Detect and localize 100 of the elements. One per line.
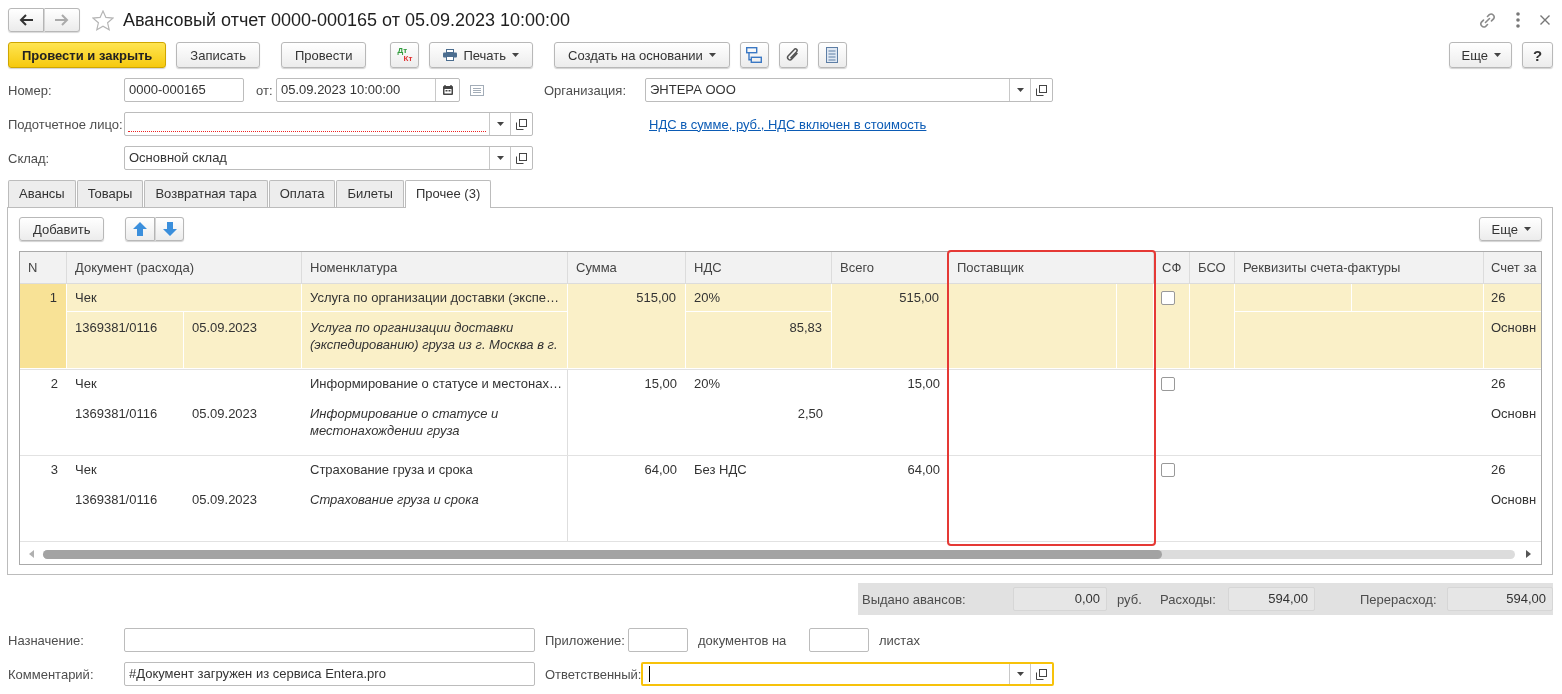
table-row[interactable]: 3 Чек 1369381/0116 05.09.2023 Страхование груза и срока Страхование груза и срока 64,00 Без НДС 64,00 26 Основн bbox=[20, 456, 1541, 542]
table-cell: 85,83 bbox=[686, 312, 832, 369]
more-button[interactable]: Еще bbox=[1448, 42, 1512, 68]
list-button[interactable] bbox=[817, 42, 847, 68]
scrollbar-thumb[interactable] bbox=[43, 549, 1162, 559]
table-cell-text: 26 bbox=[1490, 461, 1507, 479]
tab[interactable]: Прочее (3) bbox=[404, 180, 492, 208]
vat-link[interactable]: НДС в сумме, руб., НДС включен в стоимость bbox=[649, 116, 927, 132]
table-cell-text: 64,00 bbox=[906, 461, 941, 479]
move-up-button[interactable] bbox=[125, 217, 156, 241]
table-cell-text: 64,00 bbox=[643, 461, 678, 479]
scrollbar-track[interactable] bbox=[43, 549, 1515, 559]
column-header[interactable]: Всего bbox=[832, 252, 949, 283]
column-header[interactable]: Номенклатура bbox=[302, 252, 568, 283]
checkbox[interactable] bbox=[1161, 291, 1175, 305]
sheets-field[interactable] bbox=[809, 628, 869, 652]
table-cell-text: 15,00 bbox=[643, 375, 678, 393]
purpose-field[interactable] bbox=[124, 628, 535, 652]
close-icon[interactable] bbox=[1540, 15, 1550, 25]
table-cell-text: 1369381/0116 bbox=[74, 491, 159, 509]
create-based-on-button[interactable]: Создать на основании bbox=[554, 42, 730, 68]
organization-field[interactable]: ЭНТЕРА ООО bbox=[645, 78, 1053, 102]
column-header[interactable]: Реквизиты счета-фактуры bbox=[1235, 252, 1484, 283]
tab[interactable]: Билеты bbox=[336, 180, 404, 207]
warehouse-field[interactable]: Основной склад bbox=[124, 146, 533, 170]
column-header[interactable]: БСО bbox=[1190, 252, 1235, 283]
purpose-label: Назначение: bbox=[8, 632, 85, 648]
column-header[interactable]: N bbox=[20, 252, 67, 283]
save-button[interactable]: Записать bbox=[176, 42, 260, 68]
attachment-field[interactable] bbox=[628, 628, 688, 652]
date-field[interactable]: 05.09.2023 10:00:00 bbox=[276, 78, 460, 102]
table-cell-text: Без НДС bbox=[693, 461, 748, 479]
row-number: 3 bbox=[49, 461, 59, 479]
caret-icon bbox=[708, 53, 716, 57]
add-button[interactable]: Добавить bbox=[19, 217, 105, 241]
two-squares-icon bbox=[516, 152, 527, 164]
table-cell-text: 1369381/0116 bbox=[74, 405, 159, 423]
table-cell: Страхование груза и срока bbox=[302, 484, 568, 541]
number-field[interactable]: 0000-000165 bbox=[124, 78, 244, 102]
journal-button[interactable]: Дт Кт bbox=[390, 42, 420, 68]
table-cell-text: 05.09.2023 bbox=[191, 491, 259, 509]
paperclip-icon bbox=[786, 47, 801, 63]
column-header[interactable]: Поставщик bbox=[949, 252, 1154, 283]
table-cell: Чек bbox=[67, 284, 302, 312]
table-cell-text: Основн bbox=[1490, 491, 1538, 509]
caret-icon bbox=[1524, 227, 1531, 231]
caret-icon bbox=[1016, 88, 1024, 92]
accountable-person-field[interactable] bbox=[124, 112, 533, 136]
star-icon[interactable] bbox=[92, 9, 114, 31]
expenses-field: 594,00 bbox=[1228, 587, 1315, 611]
checkbox[interactable] bbox=[1161, 463, 1175, 477]
list-icon bbox=[826, 47, 839, 63]
comment-label: Комментарий: bbox=[8, 666, 95, 682]
post-and-close-button[interactable]: Провести и закрыть bbox=[8, 42, 167, 68]
help-button[interactable]: ? bbox=[1522, 42, 1553, 68]
two-squares-icon bbox=[1036, 84, 1047, 96]
tab[interactable]: Авансы bbox=[8, 180, 76, 207]
table-row[interactable]: 2 Чек 1369381/0116 05.09.2023 Информирование о статусе и местонах… Информирование о статусе и местонахождении груза 15,00 20% 2,50 15,00 26 Основн bbox=[20, 370, 1541, 456]
column-header[interactable]: НДС bbox=[686, 252, 832, 283]
two-squares-icon bbox=[516, 118, 527, 130]
responsible-field[interactable] bbox=[641, 662, 1054, 686]
column-header[interactable]: Сумма bbox=[568, 252, 686, 283]
down-arrow-icon bbox=[162, 222, 177, 236]
overspend-label: Перерасход: bbox=[1360, 591, 1438, 607]
table-row[interactable]: 1 Чек 1369381/0116 05.09.2023 Услуга по организации доставки (экспе… Услуга по организации доставки (экспедированию) груза из г. Москва в г. 515,00 20% 85,83 515,00 26 Основн bbox=[20, 284, 1541, 370]
table-cell: Услуга по организации доставки (экспедированию) груза из г. Москва в г. bbox=[302, 312, 568, 369]
tab[interactable]: Возвратная тара bbox=[144, 180, 268, 207]
move-down-button[interactable] bbox=[155, 217, 185, 241]
post-button[interactable]: Провести bbox=[280, 42, 367, 68]
structure-button[interactable] bbox=[739, 42, 769, 68]
hierarchy-icon bbox=[746, 47, 763, 63]
row-number: 1 bbox=[20, 284, 67, 369]
calendar-icon bbox=[442, 85, 453, 95]
right-triangle-icon[interactable] bbox=[1526, 550, 1531, 558]
table-cell: Страхование груза и срока bbox=[302, 456, 568, 484]
link-icon[interactable] bbox=[1479, 11, 1496, 29]
two-squares-icon bbox=[1036, 668, 1047, 680]
left-triangle-icon[interactable] bbox=[29, 550, 34, 558]
table-cell: 515,00 bbox=[832, 284, 949, 369]
table-cell: 1369381/0116 bbox=[67, 312, 184, 369]
checkbox[interactable] bbox=[1161, 377, 1175, 391]
comment-field[interactable]: #Документ загружен из сервиса Entera.pro bbox=[124, 662, 535, 686]
attach-button[interactable] bbox=[778, 42, 808, 68]
table-cell: Основн bbox=[1484, 312, 1541, 369]
table-cell-text: Основн bbox=[1490, 405, 1538, 423]
column-header[interactable]: Счет за bbox=[1484, 252, 1541, 283]
more-button[interactable]: Еще bbox=[1478, 217, 1542, 241]
table-cell-text: 20% bbox=[693, 375, 722, 393]
column-header[interactable]: Документ (расхода) bbox=[67, 252, 302, 283]
column-header[interactable]: СФ bbox=[1154, 252, 1190, 283]
print-button[interactable]: Печать bbox=[429, 42, 533, 68]
back-button[interactable] bbox=[8, 8, 44, 32]
more-icon[interactable] bbox=[1516, 12, 1520, 28]
warehouse-label: Склад: bbox=[8, 150, 51, 166]
expenses-label: Расходы: bbox=[1160, 591, 1217, 607]
text-cursor-icon bbox=[649, 666, 650, 682]
tab[interactable]: Товары bbox=[76, 180, 144, 207]
lines-icon[interactable] bbox=[470, 84, 484, 96]
table-cell: 20% bbox=[686, 284, 832, 312]
tab[interactable]: Оплата bbox=[268, 180, 336, 207]
